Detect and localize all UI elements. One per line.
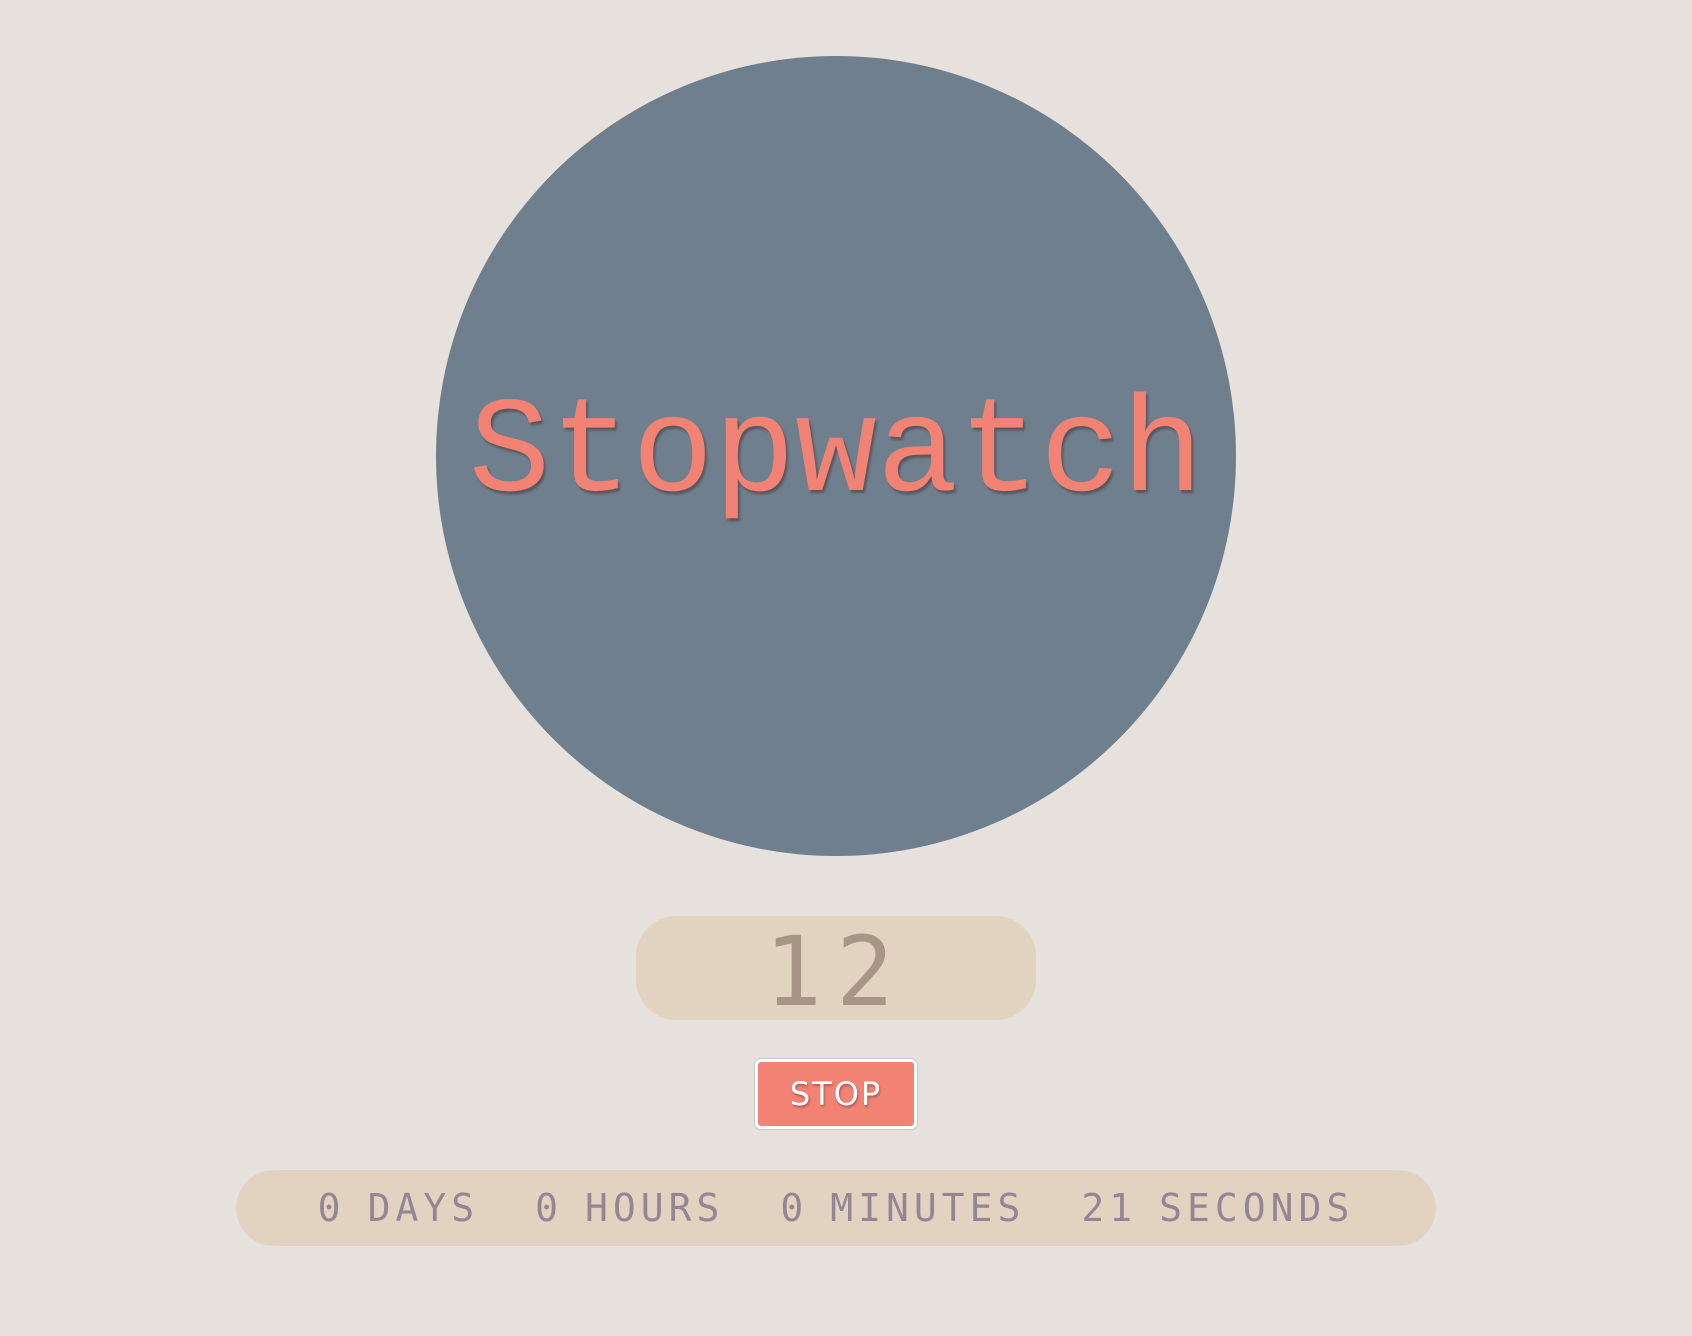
elapsed-seconds: 21 SECONDS [1081,1189,1354,1227]
elapsed-minutes: 0 MINUTES [780,1189,1025,1227]
counter-value: 12 [764,916,908,1028]
stopwatch-face: Stopwatch [436,56,1236,856]
elapsed-minutes-unit: MINUTES [830,1186,1026,1230]
elapsed-days-value: 0 [317,1186,346,1230]
elapsed-seconds-unit: SECONDS [1159,1186,1355,1230]
elapsed-minutes-value: 0 [780,1186,809,1230]
elapsed-days: 0 DAYS [318,1189,479,1227]
elapsed-seconds-value: 21 [1081,1186,1138,1230]
counter-display: 12 [636,916,1036,1020]
elapsed-days-unit: DAYS [367,1186,480,1230]
elapsed-hours-unit: HOURS [584,1186,725,1230]
stop-button-label: STOP [789,1075,883,1113]
elapsed-time-bar: 0 DAYS 0 HOURS 0 MINUTES 21 SECONDS [236,1170,1436,1246]
stop-button[interactable]: STOP [755,1059,917,1129]
elapsed-hours: 0 HOURS [535,1189,724,1227]
page-title: Stopwatch [468,377,1204,531]
elapsed-hours-value: 0 [535,1186,563,1230]
